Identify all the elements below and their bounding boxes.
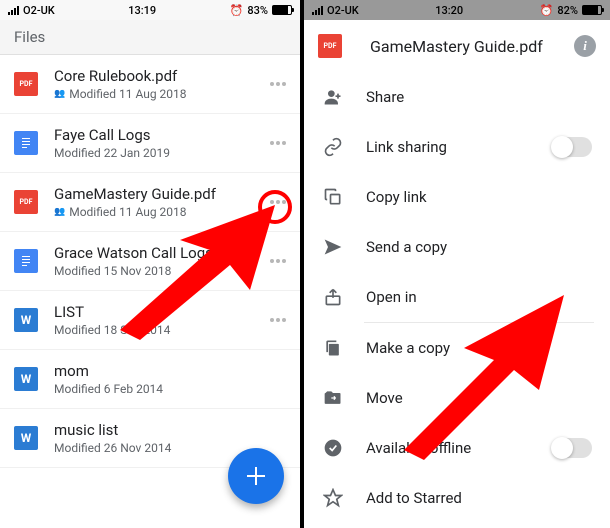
gdoc-icon (14, 249, 38, 273)
file-name: GameMastery Guide.pdf (54, 185, 266, 203)
pdf-icon: PDF (14, 72, 38, 96)
file-meta: Modified 11 Aug 2018 (69, 205, 186, 219)
word-icon: W (14, 426, 38, 450)
pdf-icon: PDF (318, 34, 342, 58)
file-name: Core Rulebook.pdf (54, 67, 266, 85)
menu-label: Add to Starred (366, 489, 592, 507)
alarm-icon: ⏰ (230, 4, 244, 17)
file-row[interactable]: Grace Watson Call Logs Modified 15 Nov 2… (0, 232, 300, 291)
time-label: 13:20 (435, 4, 463, 17)
link-sharing-toggle[interactable] (552, 137, 592, 157)
file-row[interactable]: PDF Core Rulebook.pdf 👥 Modified 11 Aug 2… (0, 55, 300, 114)
alarm-icon: ⏰ (540, 4, 554, 17)
menu-send-copy[interactable]: Send a copy (304, 222, 610, 272)
menu-link-sharing[interactable]: Link sharing (304, 122, 610, 172)
battery-percent: 82% (557, 4, 578, 17)
file-name: LIST (54, 303, 266, 321)
carrier-label: O2-UK (23, 4, 55, 17)
menu-label: Send a copy (366, 238, 592, 256)
menu-open-in[interactable]: Open in (304, 272, 610, 322)
battery-percent: 83% (247, 4, 268, 17)
more-button[interactable] (266, 72, 290, 96)
menu-move[interactable]: Move (304, 373, 610, 423)
offline-toggle[interactable] (552, 438, 592, 458)
battery-icon (582, 5, 602, 15)
more-button[interactable] (266, 190, 290, 214)
signal-icon (8, 6, 19, 15)
menu-label: Copy link (366, 188, 592, 206)
menu-available-offline[interactable]: Available offline (304, 423, 610, 473)
menu-label: Make a copy (366, 339, 592, 357)
info-button[interactable]: i (574, 35, 596, 57)
time-label: 13:19 (128, 4, 156, 17)
menu-label: Move (366, 389, 592, 407)
menu-list: Share Link sharing Copy link Send a copy… (304, 72, 610, 523)
menu-add-starred[interactable]: Add to Starred (304, 473, 610, 523)
offline-icon (322, 437, 344, 459)
status-bar: O2-UK 13:20 ⏰ 82% (304, 0, 610, 20)
file-name: Grace Watson Call Logs (54, 244, 266, 262)
word-icon: W (14, 367, 38, 391)
file-meta: Modified 18 Sep 2014 (54, 323, 170, 337)
carrier-label: O2-UK (327, 4, 359, 17)
menu-label: Link sharing (366, 138, 530, 156)
file-row[interactable]: Faye Call Logs Modified 22 Jan 2019 (0, 114, 300, 173)
right-screenshot: O2-UK 13:20 ⏰ 82% PDF GameMastery Guide.… (304, 0, 610, 528)
gdoc-icon (14, 131, 38, 155)
file-name: mom (54, 362, 290, 380)
move-icon (322, 387, 344, 409)
menu-label: Available offline (366, 439, 530, 457)
file-name: music list (54, 421, 290, 439)
file-list: PDF Core Rulebook.pdf 👥 Modified 11 Aug 2… (0, 55, 300, 468)
make-copy-icon (322, 337, 344, 359)
file-row[interactable]: W LIST Modified 18 Sep 2014 (0, 291, 300, 350)
link-icon (322, 136, 344, 158)
shared-icon: 👥 (54, 207, 65, 217)
menu-copy-link[interactable]: Copy link (304, 172, 610, 222)
file-row[interactable]: W mom Modified 6 Feb 2014 (0, 350, 300, 409)
shared-icon: 👥 (54, 89, 65, 99)
files-header: Files (0, 20, 300, 55)
file-name: Faye Call Logs (54, 126, 266, 144)
star-icon (322, 487, 344, 509)
more-button[interactable] (266, 131, 290, 155)
menu-label: Open in (366, 288, 592, 306)
file-meta: Modified 15 Nov 2018 (54, 264, 171, 278)
status-bar: O2-UK 13:19 ⏰ 83% (0, 0, 300, 20)
pdf-icon: PDF (14, 190, 38, 214)
battery-icon (272, 5, 292, 15)
file-row[interactable]: PDF GameMastery Guide.pdf 👥 Modified 11 A… (0, 173, 300, 232)
copy-icon (322, 186, 344, 208)
share-person-icon (322, 86, 344, 108)
send-icon (322, 236, 344, 258)
file-meta: Modified 11 Aug 2018 (69, 87, 186, 101)
add-file-fab[interactable] (228, 448, 284, 504)
detail-header: PDF GameMastery Guide.pdf i (304, 20, 610, 72)
file-meta: Modified 22 Jan 2019 (54, 146, 170, 160)
more-button[interactable] (266, 249, 290, 273)
file-meta: Modified 6 Feb 2014 (54, 382, 163, 396)
left-screenshot: O2-UK 13:19 ⏰ 83% Files PDF Core Ruleboo… (0, 0, 300, 528)
menu-label: Share (366, 88, 592, 106)
more-button[interactable] (266, 308, 290, 332)
word-icon: W (14, 308, 38, 332)
menu-share[interactable]: Share (304, 72, 610, 122)
menu-make-copy[interactable]: Make a copy (304, 323, 610, 373)
signal-icon (312, 6, 323, 15)
open-in-icon (322, 286, 344, 308)
file-meta: Modified 26 Nov 2014 (54, 441, 171, 455)
detail-title: GameMastery Guide.pdf (370, 37, 562, 56)
